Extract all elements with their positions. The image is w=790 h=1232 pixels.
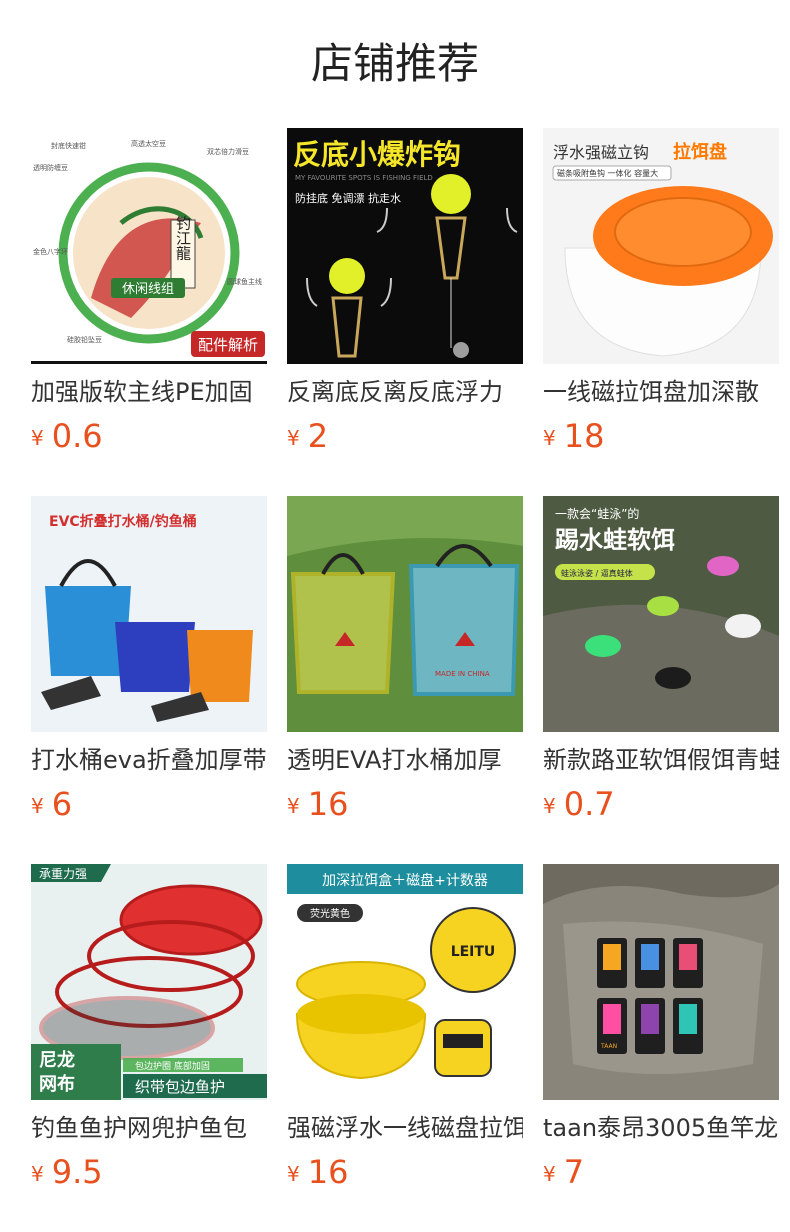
label-text: 圆球鱼主线 [227,277,262,286]
label-text: MADE IN CHINA [435,670,490,678]
feature-text: 包边护圈 底部加固 [135,1060,210,1072]
product-name[interactable]: 一线磁拉饵盘加深散 [543,376,779,408]
badge-text: 网布 [39,1073,75,1095]
label-text: 金色八字环 [33,247,68,256]
badge-text: 荧光黄色 [310,907,350,920]
product-price: ¥9.5 [31,1152,103,1192]
label-text: 封底快速钳 [51,141,86,150]
product-price: ¥6 [31,784,72,824]
currency-symbol: ¥ [287,1162,300,1186]
caption-text: 织带包边鱼护 [135,1078,225,1096]
price-value: 7 [563,1153,585,1191]
currency-symbol: ¥ [287,426,300,450]
product-image[interactable]: 一款会“蛙泳”的 踢水蛙软饵 蛙泳泳姿 / 逼真蛙体 [543,496,779,732]
soft-frog-lure-image: 一款会“蛙泳”的 踢水蛙软饵 蛙泳泳姿 / 逼真蛙体 [543,496,779,732]
product-image[interactable]: MADE IN CHINA [287,496,523,732]
caption-text: 休闲线组 [122,282,174,297]
magnetic-bait-box-image: 加深拉饵盒＋磁盘+计数器 荧光黄色 LEITU [287,864,523,1100]
rod-accessory-image: TAAN [543,864,779,1100]
currency-symbol: ¥ [543,794,556,818]
product-name[interactable]: 打水桶eva折叠加厚带 [31,744,267,776]
currency-symbol: ¥ [31,794,44,818]
price-value: 18 [563,417,605,455]
headline-text: EVC折叠打水桶/钓鱼桶 [49,513,197,530]
price-value: 0.7 [563,785,615,823]
product-image[interactable]: EVC折叠打水桶/钓鱼桶 [31,496,267,732]
badge-text: 承重力强 [39,867,87,881]
product-price: ¥0.7 [543,784,615,824]
product-price: ¥2 [287,416,328,456]
product-name[interactable]: 加强版软主线PE加固 [31,376,267,408]
badge-text: 配件解析 [198,336,258,354]
product-price: ¥16 [287,1152,348,1192]
product-image[interactable]: 承重力强 尼龙 网布 包边护圈 底部加固 织带包边鱼护 [31,864,267,1100]
product-card[interactable]: TAAN taan泰昂3005鱼竿龙 ¥7 [543,864,779,1204]
product-card[interactable]: 反底小爆炸钩 MY FAVOURITE SPOTS IS FISHING FIE… [287,128,523,468]
product-card[interactable]: 加深拉饵盒＋磁盘+计数器 荧光黄色 LEITU 强磁浮水一线磁盘拉饵 ¥16 [287,864,523,1204]
product-name[interactable]: 强磁浮水一线磁盘拉饵 [287,1112,523,1144]
product-card[interactable]: MADE IN CHINA 透明EVA打水桶加厚 ¥16 [287,496,523,836]
currency-symbol: ¥ [543,426,556,450]
badge-text: 尼龙 [39,1049,75,1071]
product-image[interactable]: 反底小爆炸钩 MY FAVOURITE SPOTS IS FISHING FIE… [287,128,523,364]
product-name[interactable]: 新款路亚软饵假饵青蛙 [543,744,779,776]
price-value: 0.6 [51,417,103,455]
product-name[interactable]: 透明EVA打水桶加厚 [287,744,523,776]
page-title: 店铺推荐 [310,39,479,88]
product-card[interactable]: 一款会“蛙泳”的 踢水蛙软饵 蛙泳泳姿 / 逼真蛙体 新款路亚软饵假饵青蛙 ¥0… [543,496,779,836]
feature-text: 磁条吸附鱼钩 一体化 容量大 [557,168,658,178]
product-card[interactable]: EVC折叠打水桶/钓鱼桶 打水桶eva折叠加厚带 ¥6 [31,496,267,836]
label-text: TAAN [600,1043,617,1050]
product-price: ¥18 [543,416,604,456]
headline-text: 踢水蛙软饵 [555,526,675,554]
subtitle-text: 一款会“蛙泳”的 [555,506,639,521]
price-value: 16 [307,1153,349,1191]
logo-text: LEITU [451,944,496,960]
subtitle-text: MY FAVOURITE SPOTS IS FISHING FIELD [295,174,433,182]
label-text: 硅胶铅坠豆 [67,335,102,344]
bait-tray-image: 浮水强磁立钩 拉饵盘 磁条吸附鱼钩 一体化 容量大 [543,128,779,364]
price-value: 6 [51,785,73,823]
headline-text: 浮水强磁立钩 [553,143,649,162]
product-image[interactable]: 钓江龍 休闲线组 封底快速钳 高透太空豆 双芯倍力滑豆 透明防缠豆 金色八字环 … [31,128,267,364]
headline-text: 加深拉饵盒＋磁盘+计数器 [322,872,488,889]
product-price: ¥0.6 [31,416,103,456]
logo-text: 钓江龍 [174,216,192,262]
label-text: 双芯倍力滑豆 [207,147,249,156]
fish-net-bag-image: 承重力强 尼龙 网布 包边护圈 底部加固 织带包边鱼护 [31,864,267,1100]
headline-accent-text: 拉饵盘 [673,141,727,163]
product-image[interactable]: TAAN [543,864,779,1100]
currency-symbol: ¥ [287,794,300,818]
label-text: 高透太空豆 [131,139,166,148]
product-name[interactable]: taan泰昂3005鱼竿龙 [543,1112,779,1144]
product-grid: 钓江龍 休闲线组 封底快速钳 高透太空豆 双芯倍力滑豆 透明防缠豆 金色八字环 … [31,128,790,1232]
product-image[interactable]: 加深拉饵盒＋磁盘+计数器 荧光黄色 LEITU [287,864,523,1100]
product-card[interactable]: 钓江龍 休闲线组 封底快速钳 高透太空豆 双芯倍力滑豆 透明防缠豆 金色八字环 … [31,128,267,468]
label-text: 透明防缠豆 [33,163,68,172]
product-card[interactable]: 承重力强 尼龙 网布 包边护圈 底部加固 织带包边鱼护 钓鱼鱼护网兜护鱼包 ¥9… [31,864,267,1204]
explosion-hook-image: 反底小爆炸钩 MY FAVOURITE SPOTS IS FISHING FIE… [287,128,523,364]
folding-bucket-image: EVC折叠打水桶/钓鱼桶 [31,496,267,732]
product-name[interactable]: 反离底反离反底浮力 [287,376,523,408]
headline-text: 反底小爆炸钩 [293,138,461,171]
product-image[interactable]: 浮水强磁立钩 拉饵盘 磁条吸附鱼钩 一体化 容量大 [543,128,779,364]
feature-text: 蛙泳泳姿 / 逼真蛙体 [561,568,633,578]
product-card[interactable]: 浮水强磁立钩 拉饵盘 磁条吸附鱼钩 一体化 容量大 一线磁拉饵盘加深散 ¥18 [543,128,779,468]
currency-symbol: ¥ [31,1162,44,1186]
eva-bucket-image: MADE IN CHINA [287,496,523,732]
price-value: 9.5 [51,1153,103,1191]
price-value: 2 [307,417,329,455]
product-price: ¥7 [543,1152,584,1192]
product-price: ¥16 [287,784,348,824]
currency-symbol: ¥ [543,1162,556,1186]
feature-text: 防挂底 免调漂 抗走水 [295,191,401,205]
product-name[interactable]: 钓鱼鱼护网兜护鱼包 [31,1112,267,1144]
price-value: 16 [307,785,349,823]
currency-symbol: ¥ [31,426,44,450]
fishing-line-set-image: 钓江龍 休闲线组 封底快速钳 高透太空豆 双芯倍力滑豆 透明防缠豆 金色八字环 … [31,128,267,364]
